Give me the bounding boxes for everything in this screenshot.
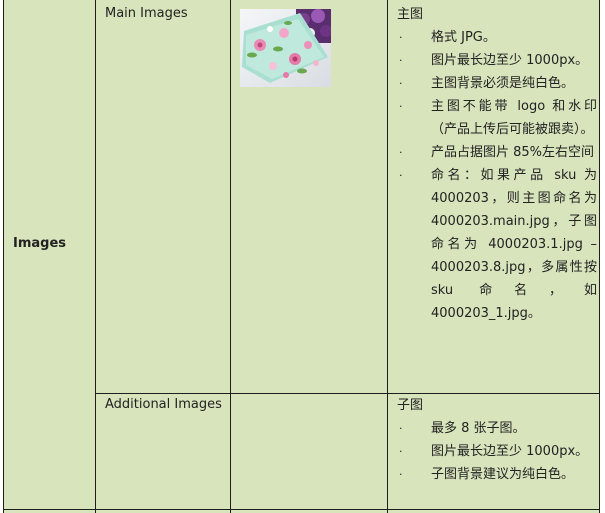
additional-images-label: Additional Images: [105, 397, 222, 412]
column-divider: [230, 0, 231, 513]
main-images-bullet: · 主图不能带 logo 和水印（产品上传后可能被跟卖）。: [397, 95, 597, 141]
bullet-text: 产品占据图片 85%左右空间: [431, 145, 595, 160]
bullet-dot: ·: [399, 169, 403, 182]
images-spec-table: Images Main Images Additional Images 主图 …: [3, 0, 600, 513]
bullet-dot: ·: [399, 468, 403, 481]
main-images-bullet: · 产品占据图片 85%左右空间: [397, 141, 597, 164]
bullet-dot: ·: [399, 146, 403, 159]
bullet-text: 图片最长边至少 1000px。: [431, 53, 589, 68]
main-images-title: 主图: [397, 7, 424, 22]
main-images-bullet: · 图片最长边至少 1000px。: [397, 49, 597, 72]
main-images-bullet: · 命名：如果产品 sku 为 4000203，则主图命名为 4000203.m…: [397, 164, 597, 325]
bullet-text: 最多 8 张子图。: [431, 421, 526, 436]
row-divider: [4, 509, 599, 510]
bullet-text: 子图背景建议为纯白色。: [431, 467, 575, 482]
section-label-images: Images: [13, 236, 67, 251]
additional-images-bullet: · 最多 8 张子图。: [397, 417, 597, 440]
additional-images-bullet: · 子图背景建议为纯白色。: [397, 463, 597, 486]
bullet-dot: ·: [399, 31, 403, 44]
bullet-dot: ·: [399, 54, 403, 67]
bullet-dot: ·: [399, 422, 403, 435]
additional-images-requirements: 子图 · 最多 8 张子图。 · 图片最长边至少 1000px。 · 子图背景建…: [397, 394, 597, 486]
bullet-text: 格式 JPG。: [431, 30, 496, 45]
bullet-dot: ·: [399, 445, 403, 458]
additional-images-bullet: · 图片最长边至少 1000px。: [397, 440, 597, 463]
main-images-bullet: · 格式 JPG。: [397, 26, 597, 49]
bullet-text: 图片最长边至少 1000px。: [431, 444, 589, 459]
bullet-text: 主图背景必须是纯白色。: [431, 76, 575, 91]
bullet-text: 命名：如果产品 sku 为 4000203，则主图命名为 4000203.mai…: [431, 168, 597, 321]
main-images-label: Main Images: [105, 6, 188, 21]
bullet-text: 主图不能带 logo 和水印（产品上传后可能被跟卖）。: [431, 99, 597, 137]
main-images-bullet: · 主图背景必须是纯白色。: [397, 72, 597, 95]
additional-images-title: 子图: [397, 398, 424, 413]
main-images-requirements: 主图 · 格式 JPG。 · 图片最长边至少 1000px。 · 主图背景必须是…: [397, 3, 597, 325]
bullet-dot: ·: [399, 100, 403, 113]
bullet-dot: ·: [399, 77, 403, 90]
column-divider: [95, 0, 96, 513]
product-thumbnail: [240, 9, 331, 87]
column-divider: [387, 0, 388, 513]
